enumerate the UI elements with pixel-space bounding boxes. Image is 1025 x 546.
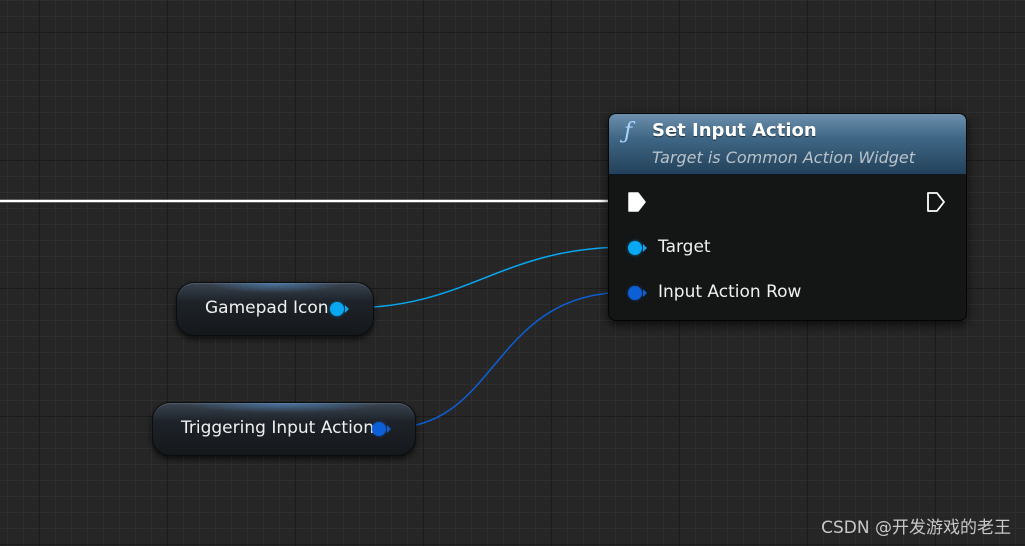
set-input-action-node[interactable]: ƒ Set Input Action Target is Common Acti…: [608, 113, 967, 321]
triggering-input-action-variable-node[interactable]: Triggering Input Action: [152, 402, 416, 456]
watermark-text: CSDN @开发游戏的老王: [821, 518, 1011, 538]
node-title: Set Input Action: [652, 120, 817, 141]
variable-label: Gamepad Icon: [205, 298, 329, 318]
target-pin-icon[interactable]: [628, 241, 647, 255]
function-f-icon: ƒ: [624, 119, 633, 144]
input-action-row-wire[interactable]: [389, 291, 629, 429]
exec-in-pin-icon[interactable]: [628, 192, 646, 212]
input-action-row-pin-label: Input Action Row: [658, 282, 802, 302]
object-pin-icon[interactable]: [330, 302, 349, 316]
node-header[interactable]: ƒ Set Input Action Target is Common Acti…: [609, 114, 966, 175]
exec-out-pin-icon[interactable]: [927, 192, 945, 212]
target-wire[interactable]: [347, 246, 629, 309]
struct-pin-icon[interactable]: [372, 422, 391, 436]
target-pin-label: Target: [658, 237, 711, 257]
gamepad-icon-variable-node[interactable]: Gamepad Icon: [176, 282, 374, 336]
input-action-row-pin-icon[interactable]: [628, 286, 647, 300]
node-subtitle: Target is Common Action Widget: [652, 148, 916, 167]
variable-label: Triggering Input Action: [181, 418, 374, 438]
